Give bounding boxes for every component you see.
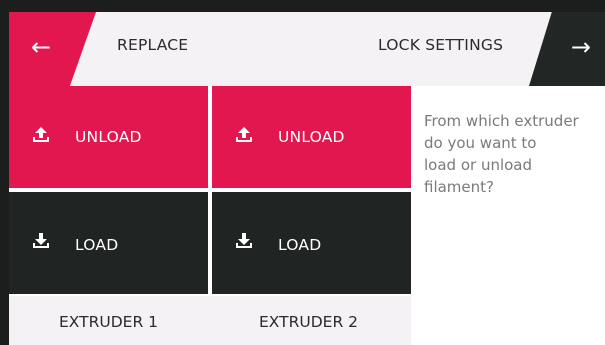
extruder-1-load-button[interactable]: LOAD <box>9 192 208 294</box>
unload-label: UNLOAD <box>278 128 345 146</box>
extruder-2-unload-button[interactable]: UNLOAD <box>212 86 411 188</box>
page-title: REPLACE <box>117 36 189 54</box>
header-bar: ← REPLACE LOCK SETTINGS → <box>9 12 605 86</box>
arrow-right-icon: → <box>570 33 591 61</box>
unload-label: UNLOAD <box>75 128 142 146</box>
lock-settings-label: LOCK SETTINGS <box>378 36 504 54</box>
left-border <box>0 0 9 345</box>
load-label: LOAD <box>278 236 322 254</box>
download-icon <box>236 233 252 248</box>
upload-icon <box>236 127 252 142</box>
top-border <box>0 0 605 12</box>
row-divider <box>9 188 411 192</box>
extruder-1-unload-button[interactable]: UNLOAD <box>9 86 208 188</box>
download-icon <box>33 233 49 248</box>
extruder-labels: EXTRUDER 1 EXTRUDER 2 <box>9 296 411 345</box>
lock-settings-button[interactable]: → <box>529 12 605 86</box>
instruction-text: From which extruder do you want to load … <box>424 112 579 196</box>
load-label: LOAD <box>75 236 119 254</box>
extruder-1-label: EXTRUDER 1 <box>59 313 159 331</box>
arrow-left-icon: ← <box>31 33 52 61</box>
extruder-2-load-button[interactable]: LOAD <box>212 192 411 294</box>
upload-icon <box>33 127 49 142</box>
screen: ← REPLACE LOCK SETTINGS → UNLOAD UNLOAD … <box>0 0 605 345</box>
back-button[interactable]: ← <box>9 12 96 86</box>
extruder-2-label: EXTRUDER 2 <box>259 313 359 331</box>
